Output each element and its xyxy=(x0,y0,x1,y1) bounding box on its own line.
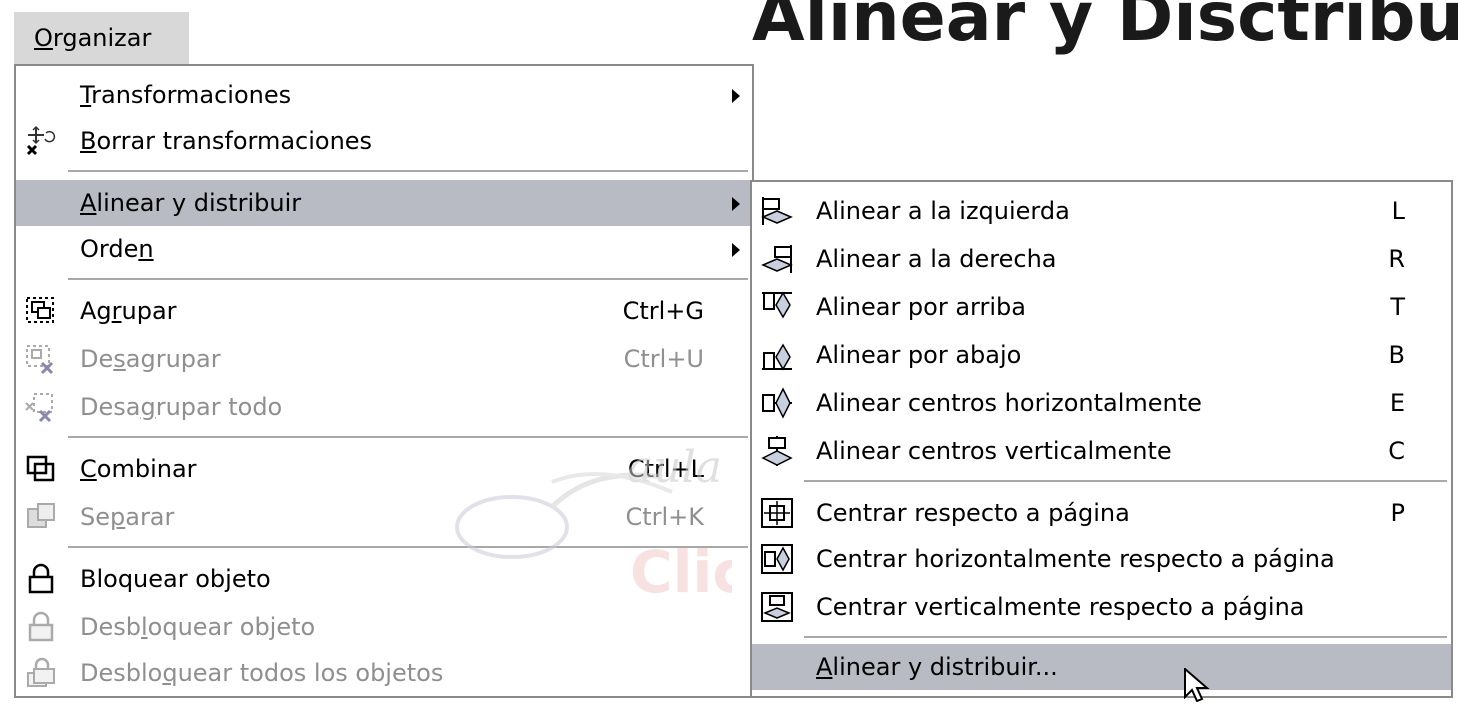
ungroup-icon xyxy=(24,343,58,375)
menu-item-separar[interactable]: Separar Ctrl+K xyxy=(16,494,752,540)
submenu-separator xyxy=(804,480,1447,482)
ungroup-all-icon xyxy=(24,391,58,423)
menu-item-shortcut: Ctrl+G xyxy=(622,297,704,325)
menu-item-shortcut: Ctrl+U xyxy=(623,345,704,373)
submenu-item-label: Alinear por arriba xyxy=(816,293,1026,321)
submenu-item-label: Centrar horizontalmente respecto a págin… xyxy=(816,545,1335,573)
lock-icon xyxy=(24,563,58,595)
submenu-item-alinear-distribuir-dialog[interactable]: Alinear y distribuir... xyxy=(752,644,1451,690)
menu-item-desbloquear-objeto[interactable]: Desbloquear objeto xyxy=(16,604,752,650)
submenu-item-label: Centrar respecto a página xyxy=(816,499,1130,527)
unlock-icon xyxy=(24,611,58,643)
menu-item-label: Desagrupar xyxy=(80,345,221,373)
menu-item-label: Borrar transformaciones xyxy=(80,127,373,155)
menu-item-orden[interactable]: Orden xyxy=(16,226,752,272)
break-apart-icon xyxy=(24,501,58,533)
menu-item-label: Desagrupar todo xyxy=(80,393,283,421)
submenu-item-shortcut: B xyxy=(1388,341,1405,369)
submenu-item-alinear-abajo[interactable]: Alinear por abajo B xyxy=(752,332,1451,378)
menu-item-alinear-distribuir[interactable]: Alinear y distribuir xyxy=(16,180,752,226)
alinear-distribuir-submenu: Alinear a la izquierda L Alinear a la de… xyxy=(750,180,1453,698)
menu-item-label: Bloquear objeto xyxy=(80,565,271,593)
align-horizontal-centers-icon xyxy=(760,387,794,419)
submenu-item-centrar-horizontal-pagina[interactable]: Centrar horizontalmente respecto a págin… xyxy=(752,536,1451,582)
menu-separator xyxy=(68,436,748,438)
organizar-menu: Transformaciones Borrar transformaciones… xyxy=(14,64,754,698)
submenu-item-shortcut: E xyxy=(1389,389,1405,417)
menu-item-combinar[interactable]: Combinar Ctrl+L xyxy=(16,446,752,492)
submenu-item-shortcut: T xyxy=(1390,293,1405,321)
submenu-item-centros-vertical[interactable]: Alinear centros verticalmente C xyxy=(752,428,1451,474)
submenu-item-label: Alinear centros horizontalmente xyxy=(816,389,1202,417)
submenu-item-label: Alinear a la derecha xyxy=(816,245,1057,273)
menu-item-label: Separar xyxy=(80,503,175,531)
menu-item-label: Orden xyxy=(80,235,154,263)
menu-item-desagrupar-todo[interactable]: Desagrupar todo xyxy=(16,384,752,430)
menu-item-label: Desbloquear todos los objetos xyxy=(80,659,444,687)
menu-separator xyxy=(68,546,748,548)
submenu-item-shortcut: P xyxy=(1390,499,1405,527)
submenu-item-centrar-vertical-pagina[interactable]: Centrar verticalmente respecto a página xyxy=(752,584,1451,630)
submenu-item-alinear-derecha[interactable]: Alinear a la derecha R xyxy=(752,236,1451,282)
submenu-item-shortcut: C xyxy=(1388,437,1405,465)
menu-item-desagrupar[interactable]: Desagrupar Ctrl+U xyxy=(16,336,752,382)
submenu-item-label: Alinear y distribuir... xyxy=(816,653,1058,681)
page-title: Alinear y Disctribuir xyxy=(752,0,1458,57)
menu-item-label: Agrupar xyxy=(80,297,177,325)
menu-organizar[interactable]: Organizar xyxy=(14,12,189,64)
menu-separator xyxy=(68,170,748,172)
submenu-item-label: Alinear centros verticalmente xyxy=(816,437,1172,465)
submenu-arrow-icon xyxy=(732,89,740,103)
menu-item-borrar-transformaciones[interactable]: Borrar transformaciones xyxy=(16,118,752,164)
submenu-arrow-icon xyxy=(732,197,740,211)
combine-icon xyxy=(24,453,58,485)
center-vertically-page-icon xyxy=(760,591,794,623)
mouse-cursor-icon xyxy=(1183,666,1217,706)
submenu-item-label: Centrar verticalmente respecto a página xyxy=(816,593,1305,621)
menu-item-label: Transformaciones xyxy=(80,81,292,109)
submenu-item-alinear-izquierda[interactable]: Alinear a la izquierda L xyxy=(752,188,1451,234)
submenu-item-centros-horizontal[interactable]: Alinear centros horizontalmente E xyxy=(752,380,1451,426)
menu-separator xyxy=(68,278,748,280)
submenu-item-centrar-pagina[interactable]: Centrar respecto a página P xyxy=(752,490,1451,536)
align-vertical-centers-icon xyxy=(760,435,794,467)
menu-item-label: Alinear y distribuir xyxy=(80,189,302,217)
align-top-icon xyxy=(760,291,794,323)
menu-item-transformaciones[interactable]: Transformaciones xyxy=(16,72,752,118)
submenu-arrow-icon xyxy=(732,243,740,257)
align-right-icon xyxy=(760,243,794,275)
submenu-item-alinear-arriba[interactable]: Alinear por arriba T xyxy=(752,284,1451,330)
clear-transformations-icon xyxy=(24,125,58,157)
submenu-item-shortcut: R xyxy=(1388,245,1405,273)
menu-item-label: Desbloquear objeto xyxy=(80,613,316,641)
menu-item-shortcut: Ctrl+K xyxy=(625,503,704,531)
submenu-item-label: Alinear a la izquierda xyxy=(816,197,1070,225)
menu-item-bloquear-objeto[interactable]: Bloquear objeto xyxy=(16,556,752,602)
menu-item-label: Combinar xyxy=(80,455,197,483)
menu-item-agrupar[interactable]: Agrupar Ctrl+G xyxy=(16,288,752,334)
submenu-item-shortcut: L xyxy=(1391,197,1405,225)
submenu-separator xyxy=(804,636,1447,638)
menu-item-desbloquear-todos[interactable]: Desbloquear todos los objetos xyxy=(16,650,752,696)
unlock-all-icon xyxy=(24,657,58,689)
align-left-icon xyxy=(760,195,794,227)
submenu-item-label: Alinear por abajo xyxy=(816,341,1022,369)
group-icon xyxy=(24,295,58,327)
align-bottom-icon xyxy=(760,339,794,371)
menu-item-shortcut: Ctrl+L xyxy=(627,455,704,483)
center-to-page-icon xyxy=(760,497,794,529)
center-horizontally-page-icon xyxy=(760,543,794,575)
